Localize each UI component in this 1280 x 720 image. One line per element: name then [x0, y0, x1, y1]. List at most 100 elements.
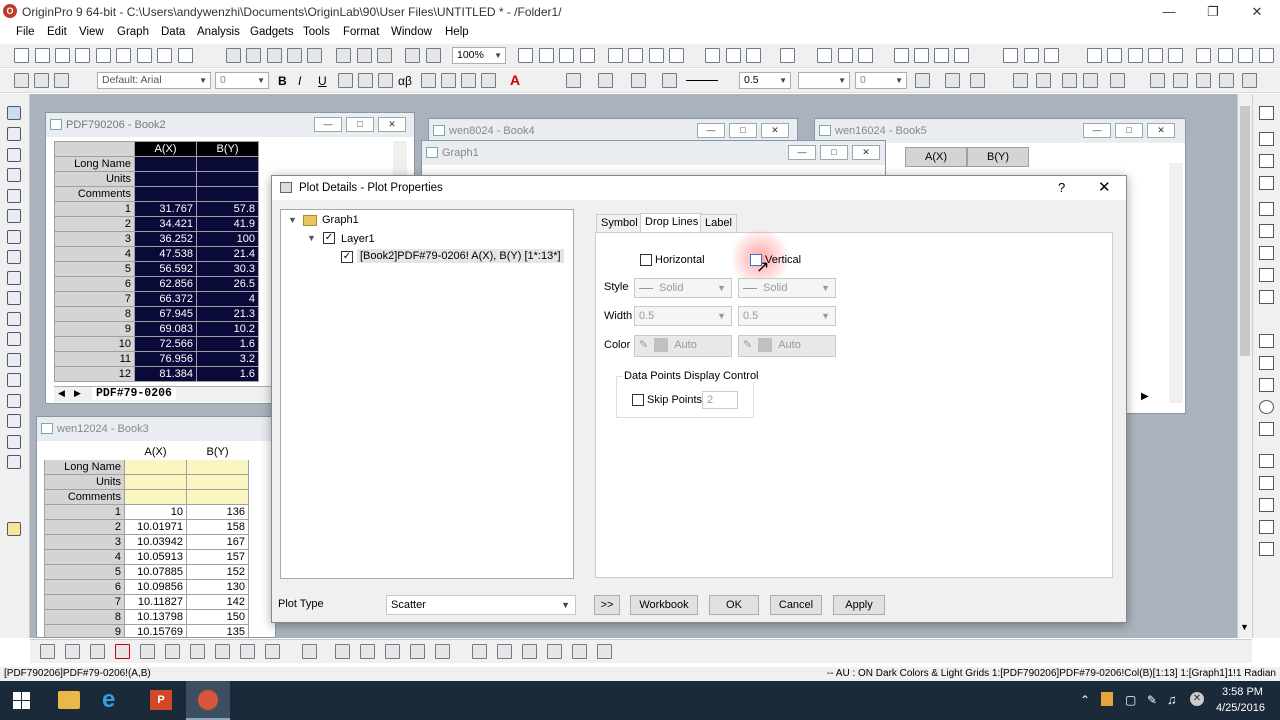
table-row[interactable]: 1 31.767 57.8 — [54, 201, 259, 217]
pointer-icon[interactable] — [7, 106, 21, 120]
row-number[interactable]: 3 — [44, 534, 125, 550]
right-tool-2-icon[interactable] — [1259, 132, 1274, 146]
menu-window[interactable]: Window — [391, 26, 432, 38]
table-cell[interactable]: 135 — [186, 624, 249, 637]
book5-minimize-button[interactable]: — — [1083, 123, 1111, 138]
book2-close-button[interactable]: ✕ — [378, 117, 406, 132]
book4-close-button[interactable]: ✕ — [761, 123, 789, 138]
3d-plot-icon[interactable] — [215, 644, 230, 659]
lock-icon[interactable] — [1110, 73, 1125, 88]
filter-clear-icon[interactable] — [1024, 48, 1039, 63]
table-cell[interactable]: 10.2 — [196, 321, 259, 337]
tab-label[interactable]: Label — [700, 214, 737, 233]
row-number[interactable]: 1 — [44, 504, 125, 520]
histogram-icon[interactable] — [954, 48, 969, 63]
table-cell[interactable]: 81.384 — [134, 366, 197, 382]
scroll-down-icon[interactable]: ▼ — [1240, 622, 1249, 632]
template-icon[interactable] — [265, 644, 280, 659]
table-cell[interactable]: 152 — [186, 564, 249, 580]
tree-graph1[interactable]: Graph1 — [322, 214, 359, 226]
unmerge-icon[interactable] — [1036, 73, 1051, 88]
line-width-combo[interactable]: 0.5 ▼ — [739, 72, 791, 89]
horizontal-style-combo[interactable]: Solid ▼ — [634, 278, 732, 298]
row-number[interactable]: 10 — [54, 336, 135, 352]
table-cell[interactable]: 4 — [196, 291, 259, 307]
new-template-icon[interactable] — [178, 48, 193, 63]
arrange-icon[interactable] — [1150, 73, 1165, 88]
row-number[interactable]: 9 — [44, 624, 125, 637]
book3-col-a-header[interactable]: A(X) — [124, 444, 187, 460]
book5-col-b-header[interactable]: B(Y) — [967, 147, 1029, 167]
table-row[interactable]: 3 36.252 100 — [54, 231, 259, 247]
line-symbol-icon[interactable] — [90, 644, 105, 659]
code-builder-icon[interactable] — [649, 48, 664, 63]
book2-maximize-button[interactable]: □ — [346, 117, 374, 132]
merge-icon[interactable] — [1013, 73, 1028, 88]
table-cell[interactable]: 136 — [186, 504, 249, 520]
book3-window[interactable]: wen12024 - Book3 A(X) B(Y) Long Name Unit… — [36, 416, 276, 638]
recent-icon[interactable] — [287, 48, 302, 63]
row-number[interactable]: 9 — [54, 321, 135, 337]
table-cell[interactable]: 167 — [186, 534, 249, 550]
superscript-icon[interactable] — [338, 73, 353, 88]
table-row[interactable]: 5 10.07885 152 — [44, 564, 249, 580]
symbol-icon[interactable] — [662, 73, 677, 88]
help-button[interactable]: ? — [1058, 176, 1065, 200]
row-number[interactable]: 5 — [54, 261, 135, 277]
table-row[interactable]: 7 66.372 4 — [54, 291, 259, 307]
set-label-icon[interactable] — [1148, 48, 1163, 63]
table-cell[interactable]: 10.15769 — [124, 624, 187, 637]
new-workbook-icon[interactable] — [35, 48, 50, 63]
gadget-icon[interactable] — [746, 48, 761, 63]
table-cell[interactable]: 76.956 — [134, 351, 197, 367]
cascade-icon[interactable] — [497, 644, 512, 659]
tab-drop-lines[interactable]: Drop Lines — [640, 213, 704, 233]
region-mask-icon[interactable] — [7, 250, 21, 264]
volume-icon[interactable]: ♫ — [1167, 692, 1177, 707]
expand-icon[interactable]: ▼ — [288, 215, 297, 225]
layer-icon[interactable] — [302, 644, 317, 659]
refresh-icon[interactable] — [426, 48, 441, 63]
scroll-thumb[interactable] — [1240, 106, 1250, 356]
table-cell[interactable]: 30.3 — [196, 261, 259, 277]
blocked-icon[interactable]: ✕ — [1190, 692, 1204, 706]
import-icon[interactable] — [336, 48, 351, 63]
plot-checkbox[interactable]: ✓ — [341, 251, 353, 263]
action-center-icon[interactable]: ✎ — [1147, 693, 1157, 707]
table-cell[interactable]: 31.767 — [134, 201, 197, 217]
table-cell[interactable]: 10 — [124, 504, 187, 520]
menu-data[interactable]: Data — [161, 26, 185, 38]
right-tool-16-icon[interactable] — [1259, 476, 1274, 490]
new-graph-icon[interactable] — [75, 48, 90, 63]
grid-icon[interactable] — [970, 73, 985, 88]
row-number[interactable]: 5 — [44, 564, 125, 580]
right-tool-12-icon[interactable] — [1259, 378, 1274, 392]
row-number[interactable]: 8 — [54, 306, 135, 322]
right-tool-15-icon[interactable] — [1259, 454, 1274, 468]
row-number[interactable]: 12 — [54, 366, 135, 382]
right-tool-7-icon[interactable] — [1259, 246, 1274, 260]
rescale-icon[interactable] — [522, 644, 537, 659]
import-wizard-icon[interactable] — [377, 48, 392, 63]
mask-points-icon[interactable] — [7, 271, 21, 285]
windows-start-icon[interactable] — [13, 692, 30, 709]
layer-checkbox[interactable]: ✓ — [323, 232, 335, 244]
table-row[interactable]: 9 69.083 10.2 — [54, 321, 259, 337]
row-stats-icon[interactable] — [914, 48, 929, 63]
book2-minimize-button[interactable]: — — [314, 117, 342, 132]
draw-data-icon[interactable] — [7, 230, 21, 244]
row-number[interactable]: 7 — [44, 594, 125, 610]
arrow-tool-icon[interactable] — [7, 312, 21, 326]
table-cell[interactable]: 10.13798 — [124, 609, 187, 625]
set-error-icon[interactable] — [1196, 48, 1211, 63]
zoom-out-icon[interactable] — [7, 148, 21, 162]
row-number[interactable]: 3 — [54, 231, 135, 247]
text-tool-icon[interactable] — [7, 291, 21, 305]
fill-color-icon[interactable] — [566, 73, 581, 88]
row-number[interactable]: 11 — [54, 351, 135, 367]
skip-points-input[interactable]: 2 — [702, 391, 738, 409]
menu-help[interactable]: Help — [445, 26, 469, 38]
tab-prev-icon[interactable]: ◀ — [58, 388, 65, 399]
menu-analysis[interactable]: Analysis — [197, 26, 240, 38]
workspace-scrollbar[interactable]: ▼ — [1237, 94, 1252, 638]
